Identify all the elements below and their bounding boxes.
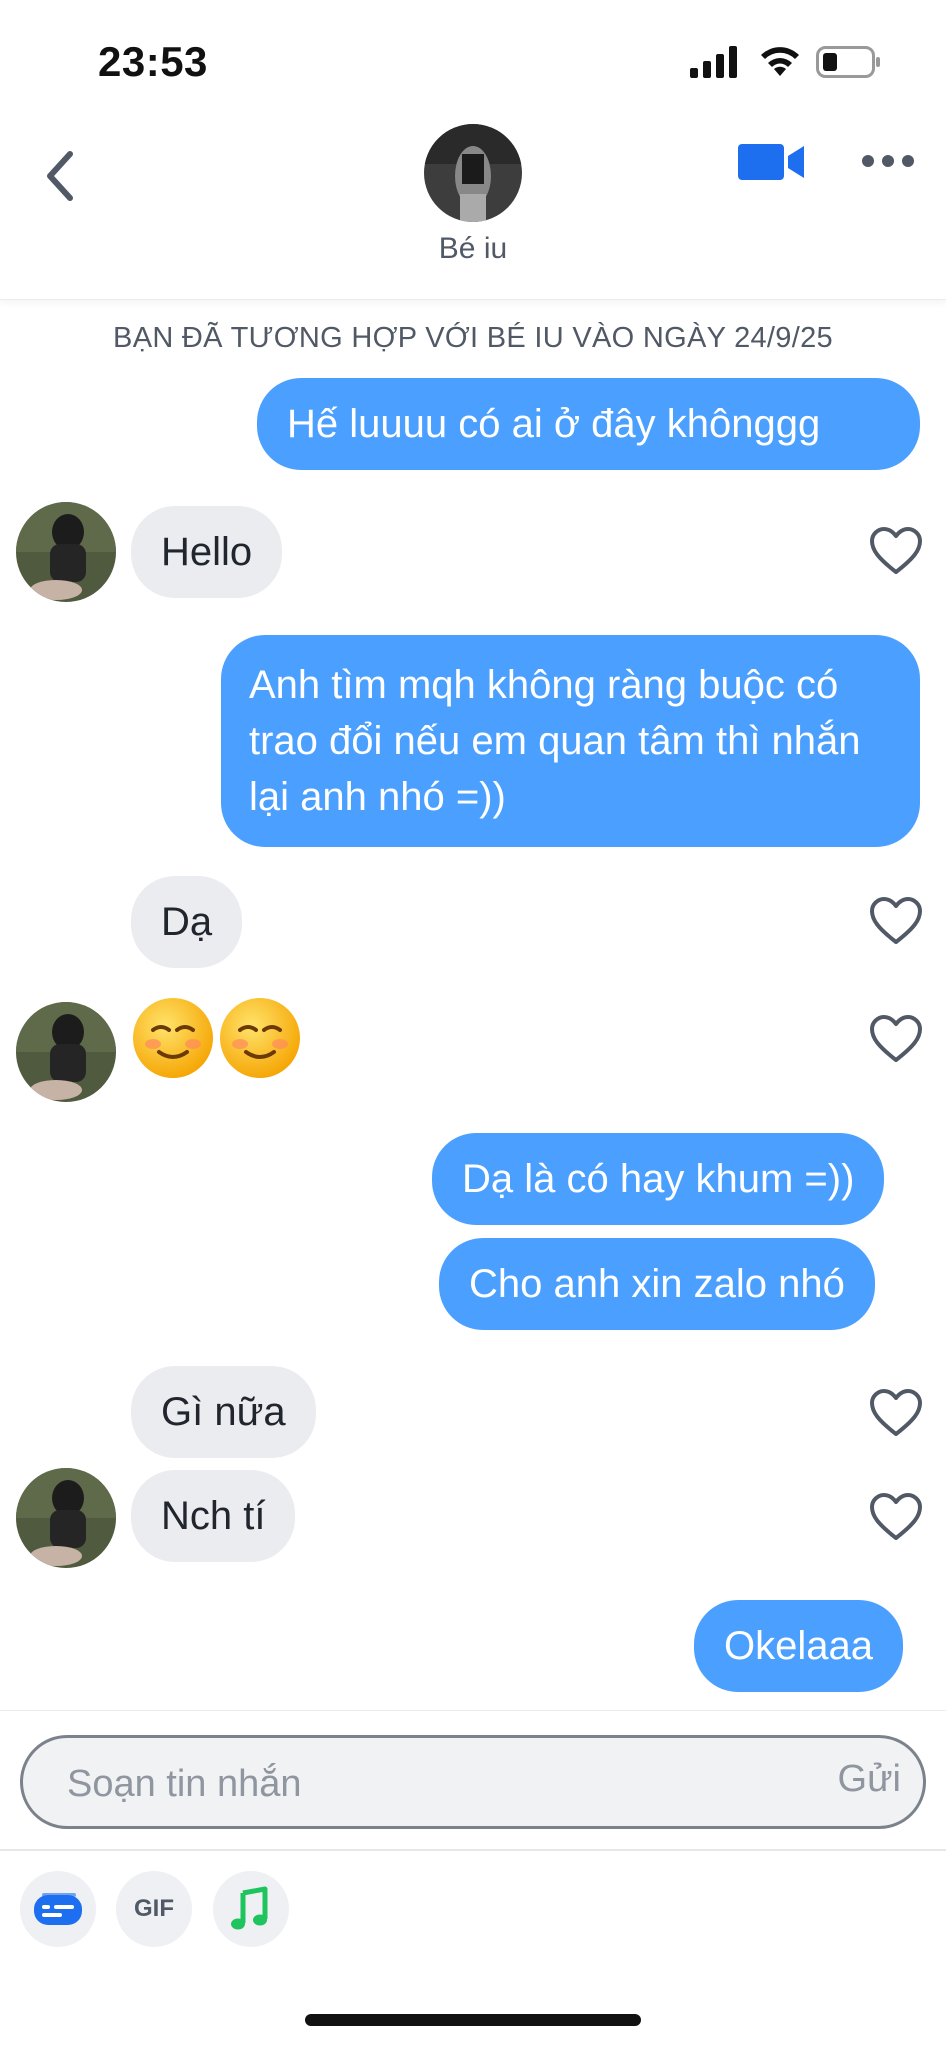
heart-like-icon[interactable] (868, 1012, 924, 1068)
incoming-message[interactable]: Gì nữa (131, 1366, 316, 1458)
contact-message-avatar[interactable] (16, 1002, 116, 1102)
incoming-message[interactable]: Dạ (131, 876, 243, 968)
gif-label: GIF (134, 1895, 174, 1922)
more-options-icon[interactable] (858, 146, 918, 176)
battery-icon (816, 46, 880, 78)
chat-header: Bé iu (0, 110, 946, 300)
heart-like-icon[interactable] (868, 1490, 924, 1546)
music-button[interactable] (213, 1871, 289, 1947)
home-indicator[interactable] (305, 2014, 641, 2026)
back-chevron-icon[interactable] (38, 140, 88, 210)
gif-button[interactable]: GIF (116, 1871, 192, 1947)
heart-like-icon[interactable] (868, 524, 924, 580)
status-time: 23:53 (98, 38, 208, 85)
blushing-smile-emoji-icon[interactable] (218, 996, 302, 1080)
match-banner: BẠN ĐÃ TƯƠNG HỢP VỚI BÉ IU VÀO NGÀY 24/9… (113, 322, 833, 354)
message-composer: Gửi (20, 1735, 926, 1829)
send-button[interactable]: Gửi (838, 1758, 901, 1801)
heart-like-icon[interactable] (868, 1386, 924, 1442)
cellular-signal-icon (690, 46, 737, 78)
wifi-icon (761, 47, 799, 76)
sticker-card-button[interactable] (20, 1871, 96, 1947)
contact-name[interactable]: Bé iu (0, 232, 946, 266)
outgoing-message[interactable]: Hế luuuu có ai ở đây khônggg (257, 378, 920, 470)
outgoing-message[interactable]: Anh tìm mqh không ràng buộc có trao đổi … (221, 635, 920, 847)
contact-message-avatar[interactable] (16, 1468, 116, 1568)
outgoing-message[interactable]: Okelaaa (694, 1600, 903, 1692)
video-call-icon[interactable] (736, 134, 808, 190)
contact-message-avatar[interactable] (16, 502, 116, 602)
incoming-message[interactable]: Hello (131, 506, 283, 598)
heart-like-icon[interactable] (868, 894, 924, 950)
outgoing-message[interactable]: Dạ là có hay khum =)) (432, 1133, 885, 1225)
message-input[interactable] (67, 1756, 767, 1812)
divider (0, 1849, 946, 1851)
message-composer-area: Gửi GIF (0, 1710, 946, 2047)
status-bar: 23:53 (0, 0, 946, 110)
outgoing-message[interactable]: Cho anh xin zalo nhó (439, 1238, 875, 1330)
music-note-icon (231, 1886, 268, 1930)
sticker-card-icon (34, 1893, 82, 1925)
blushing-smile-emoji-icon[interactable] (131, 996, 215, 1080)
incoming-message[interactable]: Nch tí (131, 1470, 296, 1562)
contact-avatar[interactable] (424, 124, 522, 222)
